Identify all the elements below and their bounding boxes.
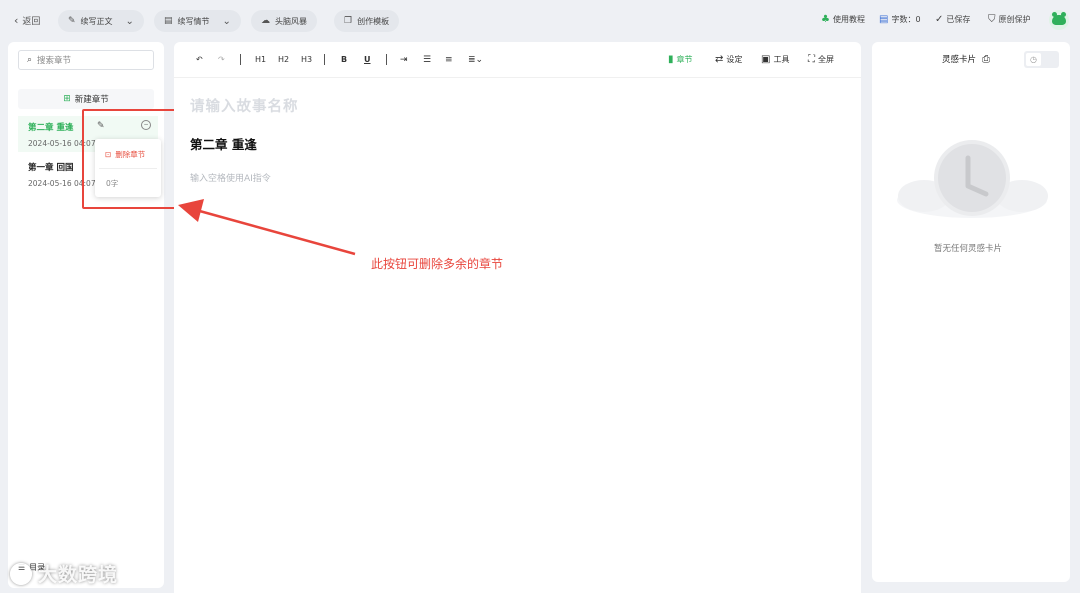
watermark-logo-icon [10,562,32,585]
annotation-text: 此按钮可删除多余的章节 [371,257,504,271]
watermark-text: 大数跨境 [38,564,119,586]
inspiration-panel: 灵感卡片 ⎙ ◷ 暂无任何灵感卡片 [872,42,1070,582]
inspiration-title: 灵感卡片 ⎙ [942,53,990,66]
empty-clock-illustration [897,140,1048,218]
view-toggle[interactable]: ◷ [1024,51,1059,68]
clock-icon: ◷ [1026,53,1041,66]
export-icon[interactable]: ⎙ [982,54,990,65]
empty-state-text: 暂无任何灵感卡片 [934,244,1003,254]
watermark: 大数跨境 [10,560,118,587]
inspiration-title-label: 灵感卡片 [942,55,977,65]
